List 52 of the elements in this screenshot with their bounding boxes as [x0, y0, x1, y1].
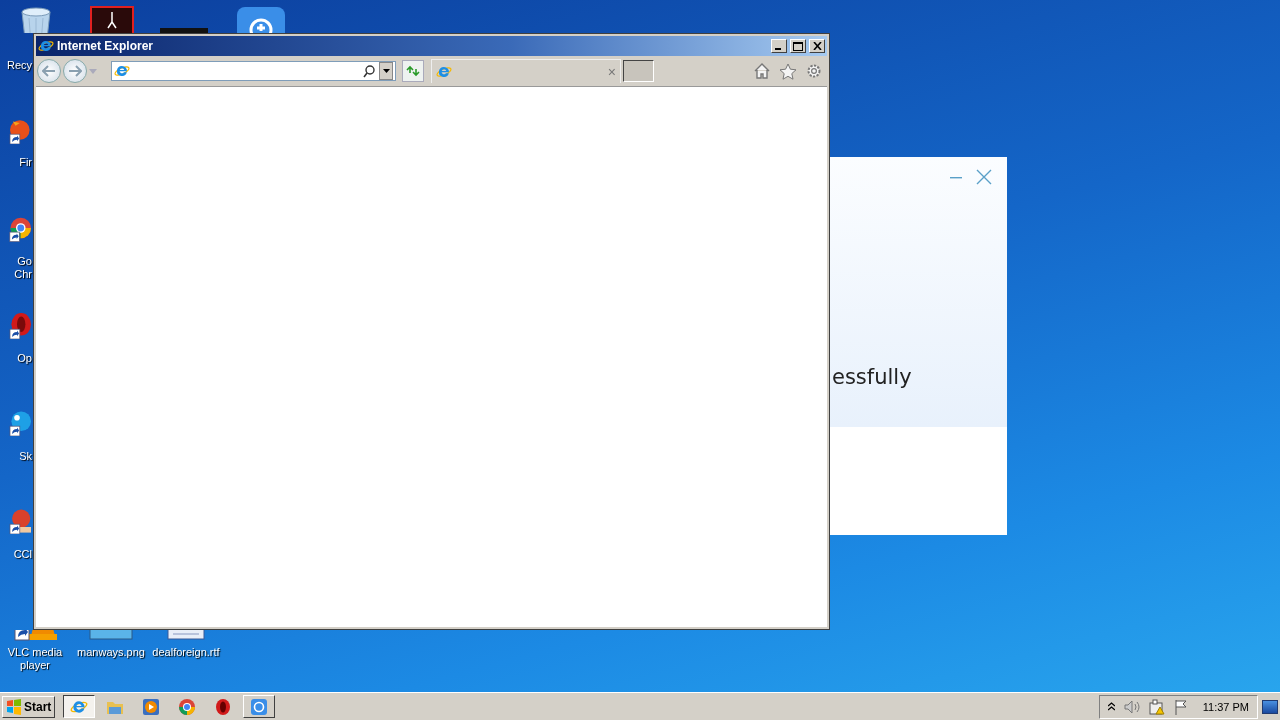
icon-label: Fir [19, 156, 32, 169]
favorites-icon[interactable] [779, 62, 797, 80]
page-icon [114, 63, 130, 79]
home-icon[interactable] [753, 63, 771, 79]
app-icon [250, 697, 269, 716]
start-button[interactable]: Start [2, 695, 56, 718]
close-button[interactable] [809, 39, 825, 53]
arrows-icon [406, 65, 420, 77]
icon-label: manways.png [77, 646, 145, 659]
minimize-button[interactable] [771, 39, 787, 53]
icon-label: Chr [14, 268, 32, 281]
search-icon[interactable] [363, 64, 375, 78]
clock[interactable]: 11:37 PM [1202, 700, 1249, 713]
close-icon[interactable] [976, 169, 992, 185]
flag-icon[interactable] [1173, 698, 1188, 715]
back-button[interactable] [37, 59, 61, 83]
browser-icon [214, 697, 233, 716]
windows-logo-icon [6, 698, 22, 715]
icon-label: dealforeign.rtf [152, 646, 220, 659]
speaker-icon[interactable] [1123, 699, 1140, 714]
forward-arrow-icon [68, 65, 82, 77]
cone-shortcut-icon[interactable] [13, 630, 57, 642]
dialog-message: essfully [832, 365, 912, 389]
address-dropdown[interactable] [379, 62, 393, 80]
icon-label: Sk [19, 450, 32, 463]
icon-label: player [20, 659, 50, 672]
close-icon [812, 42, 822, 50]
maximize-icon [793, 41, 803, 51]
chevron-icon[interactable] [1107, 702, 1115, 711]
browser-icon [178, 697, 197, 716]
icon-label: Go [17, 255, 32, 268]
compatibility-button[interactable] [402, 60, 424, 82]
settings-icon[interactable] [805, 62, 823, 80]
document-app-icon[interactable] [90, 6, 134, 33]
icon-label: Recy [6, 59, 32, 72]
address-field[interactable] [111, 61, 396, 81]
forward-button[interactable] [63, 59, 87, 83]
icon-label: VLC media [7, 646, 63, 659]
browser-logo-icon [38, 38, 54, 54]
app-icon[interactable] [236, 6, 286, 33]
window-title: Internet Explorer [57, 39, 155, 53]
network-warning-icon[interactable] [1148, 698, 1165, 715]
taskbar-button[interactable] [63, 695, 96, 718]
caret-icon [382, 69, 390, 73]
document-file-icon[interactable] [167, 630, 205, 640]
maximize-button[interactable] [790, 39, 806, 53]
back-arrow-icon [42, 65, 56, 77]
new-tab-button[interactable] [623, 60, 654, 82]
play-icon [142, 697, 161, 716]
icon-label: CCl [13, 548, 32, 561]
show-desktop-button[interactable] [1262, 699, 1278, 714]
icon-label: Op [17, 352, 32, 365]
